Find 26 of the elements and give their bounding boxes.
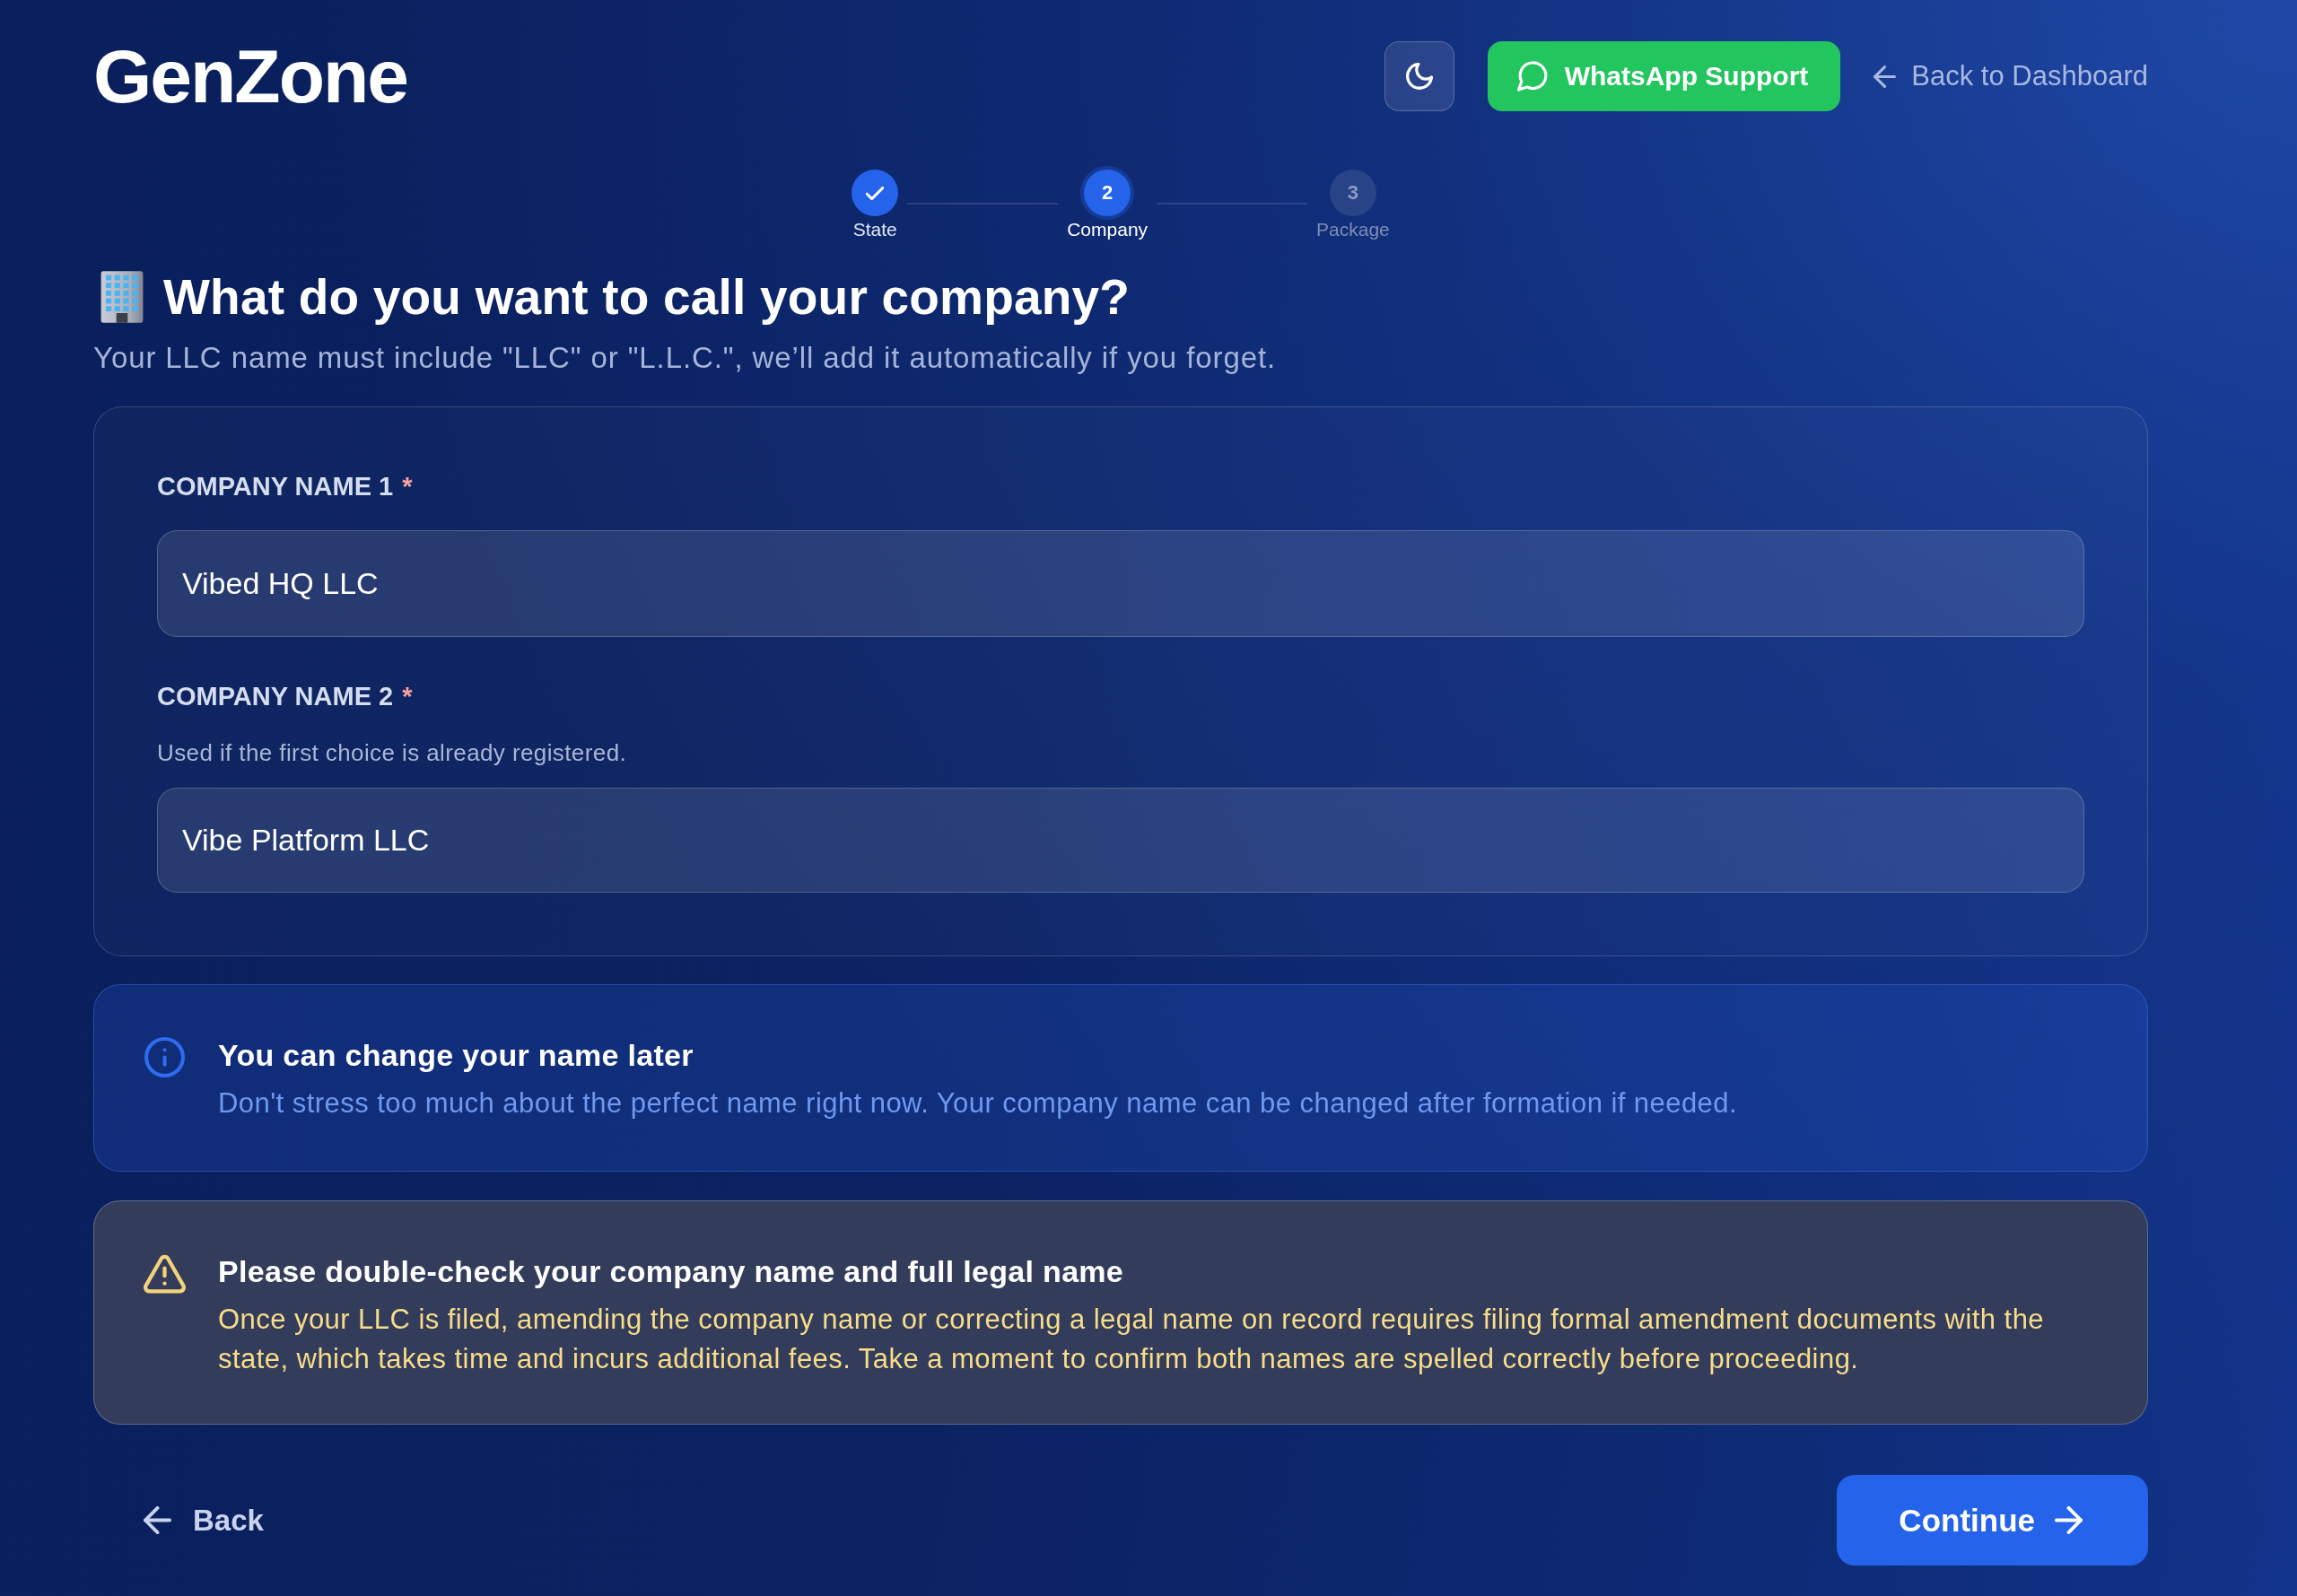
notice-title: You can change your name later	[218, 1037, 694, 1074]
notice-title: Please double-check your company name and full legal name	[218, 1253, 1125, 1290]
step-indicator: 3	[1329, 170, 1376, 216]
continue-button[interactable]: Continue	[1837, 1475, 2148, 1566]
check-icon	[866, 186, 885, 200]
field-label: COMPANY NAME 1	[157, 471, 394, 502]
step-indicator: 2	[1084, 170, 1131, 216]
logo: GenZone	[93, 39, 407, 114]
field-help-text: Used if the first choice is already registered.	[157, 739, 628, 768]
step-label: Company	[1067, 218, 1148, 241]
info-icon	[144, 1037, 186, 1078]
warning-icon	[144, 1253, 186, 1295]
page-subtitle: Your LLC name must include "LLC" or "L.L.C.", we’ll add it automatically if you forget.	[93, 340, 1278, 377]
theme-toggle-button[interactable]	[1384, 41, 1454, 111]
notice-text: Don't stress too much about the perfect name right now. Your company name can be changed after formation if needed.	[218, 1086, 1738, 1121]
required-asterisk: *	[402, 471, 413, 502]
chat-bubble-icon	[1516, 61, 1549, 92]
notice-text: Once your LLC is filed, amending the company name or correcting a legal name on record requires filing formal amendment documents with the state, which takes time and incurs additional fees. Take a moment to confirm both names are spelled correctly before proceeding.	[218, 1303, 2046, 1377]
page-title: What do you want to call your company?	[163, 268, 1131, 327]
back-to-dashboard-link[interactable]: Back to Dashboard	[1873, 60, 2148, 92]
field-label: COMPANY NAME 2	[157, 681, 394, 712]
step-label: Package	[1316, 218, 1390, 241]
step-label: State	[852, 218, 897, 241]
required-asterisk: *	[402, 681, 413, 712]
moon-icon	[1405, 62, 1433, 91]
back-button[interactable]: Back	[144, 1493, 264, 1548]
